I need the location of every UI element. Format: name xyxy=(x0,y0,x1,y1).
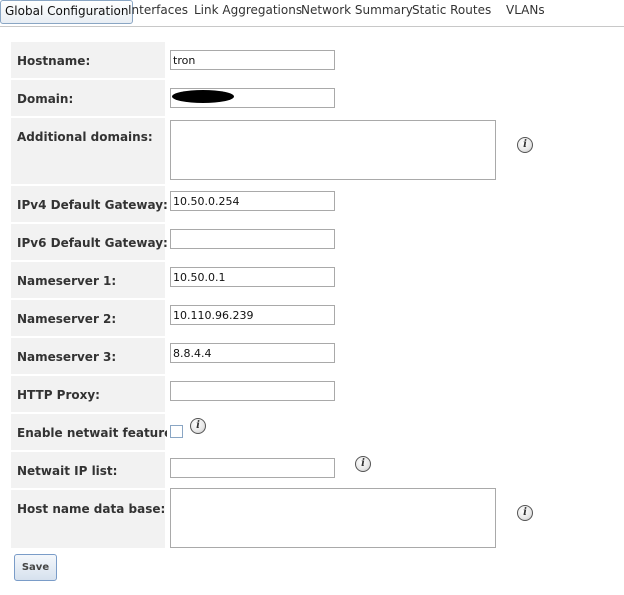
info-icon[interactable]: i xyxy=(517,137,533,153)
redaction-mark xyxy=(172,90,234,103)
nameserver-3-label: Nameserver 3: xyxy=(17,350,117,364)
tab-link-aggregations[interactable]: Link Aggregations xyxy=(194,0,302,22)
row-nameserver-2: Nameserver 2: xyxy=(11,300,507,336)
ipv6-gateway-label: IPv6 Default Gateway: xyxy=(17,236,168,250)
field-cell xyxy=(167,488,507,548)
row-netwait-ip-list: Netwait IP list: xyxy=(11,452,507,488)
nameserver-1-input[interactable] xyxy=(170,267,335,287)
field-cell xyxy=(167,262,507,298)
label-cell: Additional domains: xyxy=(11,118,165,184)
hostname-input[interactable] xyxy=(170,50,335,70)
hostname-label: Hostname: xyxy=(17,54,91,68)
field-cell xyxy=(167,42,507,78)
label-cell: IPv6 Default Gateway: xyxy=(11,224,168,260)
tab-interfaces[interactable]: Interfaces xyxy=(128,0,188,22)
label-cell: Host name data base: xyxy=(11,490,165,548)
tab-network-summary[interactable]: Network Summary xyxy=(301,0,413,22)
nameserver-2-label: Nameserver 2: xyxy=(17,312,117,326)
field-cell xyxy=(167,118,507,184)
host-name-database-label: Host name data base: xyxy=(17,502,166,516)
label-cell: Enable netwait feature: xyxy=(11,414,177,450)
label-cell: Nameserver 3: xyxy=(11,338,165,374)
field-cell xyxy=(167,338,507,374)
field-cell xyxy=(167,300,507,336)
label-cell: Netwait IP list: xyxy=(11,452,165,488)
netwait-ip-list-input[interactable] xyxy=(170,458,335,478)
row-ipv6-gateway: IPv6 Default Gateway: xyxy=(11,224,507,260)
label-cell: Nameserver 2: xyxy=(11,300,165,336)
netwait-ip-list-label: Netwait IP list: xyxy=(17,464,118,478)
ipv6-gateway-input[interactable] xyxy=(170,229,335,249)
row-ipv4-gateway: IPv4 Default Gateway: xyxy=(11,186,507,222)
row-nameserver-3: Nameserver 3: xyxy=(11,338,507,374)
netwait-feature-label: Enable netwait feature: xyxy=(17,426,178,440)
http-proxy-label: HTTP Proxy: xyxy=(17,388,100,402)
info-icon[interactable]: i xyxy=(190,418,206,434)
label-cell: HTTP Proxy: xyxy=(11,376,165,412)
row-host-name-database: Host name data base: xyxy=(11,488,507,548)
row-domain: Domain: xyxy=(11,80,507,116)
nameserver-1-label: Nameserver 1: xyxy=(17,274,117,288)
row-hostname: Hostname: xyxy=(11,42,507,78)
additional-domains-textarea[interactable] xyxy=(170,120,496,180)
tab-global-configuration[interactable]: Global Configuration xyxy=(0,0,134,24)
field-cell xyxy=(167,452,507,488)
ipv4-gateway-label: IPv4 Default Gateway: xyxy=(17,198,168,212)
save-button[interactable]: Save xyxy=(14,554,57,581)
label-cell: IPv4 Default Gateway: xyxy=(11,186,168,222)
http-proxy-input[interactable] xyxy=(170,381,335,401)
field-cell: i xyxy=(167,414,507,450)
label-cell: Nameserver 1: xyxy=(11,262,165,298)
label-cell: Hostname: xyxy=(11,42,165,78)
field-cell xyxy=(167,224,507,260)
field-cell xyxy=(167,186,507,222)
info-icon[interactable]: i xyxy=(517,505,533,521)
additional-domains-label: Additional domains: xyxy=(17,130,153,144)
nameserver-2-input[interactable] xyxy=(170,305,335,325)
netwait-checkbox[interactable] xyxy=(170,425,183,438)
tab-bar: Global Configuration Interfaces Link Agg… xyxy=(0,0,624,27)
nameserver-3-input[interactable] xyxy=(170,343,335,363)
tab-vlans[interactable]: VLANs xyxy=(506,0,545,22)
row-additional-domains: Additional domains: xyxy=(11,118,507,184)
domain-label: Domain: xyxy=(17,92,74,106)
label-cell: Domain: xyxy=(11,80,165,116)
domain-field-wrapper xyxy=(170,88,335,108)
row-nameserver-1: Nameserver 1: xyxy=(11,262,507,298)
row-http-proxy: HTTP Proxy: xyxy=(11,376,507,412)
row-netwait-feature: Enable netwait feature: i xyxy=(11,414,507,450)
field-cell xyxy=(167,376,507,412)
field-cell xyxy=(167,80,507,116)
info-icon[interactable]: i xyxy=(355,456,371,472)
tab-static-routes[interactable]: Static Routes xyxy=(412,0,491,22)
host-name-database-textarea[interactable] xyxy=(170,488,496,548)
ipv4-gateway-input[interactable] xyxy=(170,191,335,211)
